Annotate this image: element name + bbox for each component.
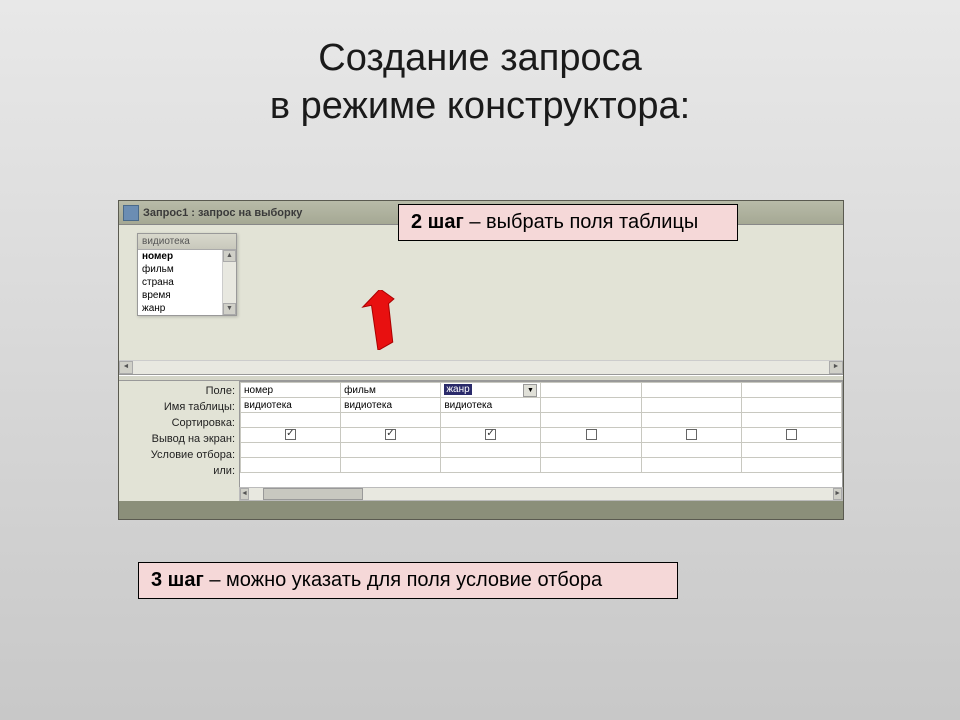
row-label-or: или: [119,463,239,479]
grid-cell[interactable] [641,458,741,473]
tables-pane-hscroll[interactable]: ◄ ► [119,360,843,374]
show-checkbox[interactable] [586,429,597,440]
grid-row-sort [241,413,842,428]
scroll-right-icon[interactable]: ► [833,488,842,500]
grid-cell[interactable] [741,413,841,428]
grid-cell[interactable] [541,383,641,398]
grid-cell[interactable] [641,428,741,443]
dropdown-icon[interactable]: ▼ [523,384,537,397]
grid-cell-active[interactable]: жанр▼ [441,383,541,398]
grid-cell[interactable] [741,398,841,413]
grid-cell[interactable] [541,458,641,473]
grid-row-field: номер фильм жанр▼ [241,383,842,398]
field-list-scrollbar[interactable]: ▲ ▼ [222,250,236,315]
grid-cell[interactable]: фильм [341,383,441,398]
window-title: Запрос1 : запрос на выборку [143,207,302,219]
grid-cell[interactable] [241,443,341,458]
grid-cell[interactable] [341,413,441,428]
grid-cell[interactable] [441,428,541,443]
row-label-criteria: Условие отбора: [119,447,239,463]
grid-cell[interactable] [341,428,441,443]
grid-row-criteria [241,443,842,458]
callout-step3-text: – можно указать для поля условие отбора [204,569,602,591]
slide-title-line2: в режиме конструктора: [270,85,690,127]
grid-row-labels: Поле: Имя таблицы: Сортировка: Вывод на … [119,381,239,501]
scroll-right-icon[interactable]: ► [829,361,843,374]
grid-cell[interactable] [341,443,441,458]
grid-cell[interactable] [541,413,641,428]
callout-step3: 3 шаг – можно указать для поля условие о… [138,562,678,599]
grid-cell[interactable] [241,428,341,443]
callout-step3-bold: 3 шаг [151,569,204,591]
grid-cell[interactable]: видиотека [241,398,341,413]
scroll-up-icon[interactable]: ▲ [223,250,236,262]
row-label-show: Вывод на экран: [119,431,239,447]
row-label-field: Поле: [119,383,239,399]
grid-cell[interactable] [441,413,541,428]
show-checkbox[interactable] [485,429,496,440]
field-item[interactable]: жанр [138,302,222,315]
source-table-fields[interactable]: номер фильм страна время жанр [138,250,222,315]
row-label-table: Имя таблицы: [119,399,239,415]
grid-cell[interactable]: видиотека [341,398,441,413]
source-table-box[interactable]: видиотека номер фильм страна время жанр … [137,233,237,316]
grid-cell[interactable] [541,398,641,413]
grid-hscroll[interactable]: ◄ ► [239,487,843,501]
scroll-down-icon[interactable]: ▼ [223,303,236,315]
grid-cell[interactable] [441,458,541,473]
grid-cell[interactable] [541,443,641,458]
grid-cell[interactable] [241,458,341,473]
slide-title-line1: Создание запроса [318,37,641,79]
source-table-name: видиотека [138,234,236,250]
show-checkbox[interactable] [786,429,797,440]
show-checkbox[interactable] [285,429,296,440]
grid-cell[interactable] [641,398,741,413]
query-window-icon [123,205,139,221]
grid-cell[interactable] [741,383,841,398]
field-item[interactable]: фильм [138,263,222,276]
grid-row-show [241,428,842,443]
grid-cell[interactable] [241,413,341,428]
show-checkbox[interactable] [686,429,697,440]
query-designer-window: Запрос1 : запрос на выборку видиотека но… [118,200,844,520]
qbe-grid[interactable]: номер фильм жанр▼ видиотека видиотека ви… [239,381,843,501]
grid-cell[interactable]: номер [241,383,341,398]
grid-cell[interactable]: видиотека [441,398,541,413]
slide-title: Создание запроса в режиме конструктора: [120,35,840,130]
grid-cell[interactable] [741,443,841,458]
field-item[interactable]: страна [138,276,222,289]
red-arrow-icon [360,290,400,350]
scroll-thumb[interactable] [263,488,363,500]
grid-cell[interactable] [641,383,741,398]
grid-cell[interactable] [641,443,741,458]
row-label-sort: Сортировка: [119,415,239,431]
scroll-left-icon[interactable]: ◄ [119,361,133,374]
field-item[interactable]: время [138,289,222,302]
grid-row-table: видиотека видиотека видиотека [241,398,842,413]
grid-cell[interactable] [741,428,841,443]
grid-cell[interactable] [741,458,841,473]
show-checkbox[interactable] [385,429,396,440]
tables-pane: видиотека номер фильм страна время жанр … [119,225,843,375]
qbe-grid-pane: Поле: Имя таблицы: Сортировка: Вывод на … [119,381,843,501]
callout-step2-bold: 2 шаг [411,211,464,233]
grid-cell[interactable] [441,443,541,458]
grid-cell[interactable] [641,413,741,428]
grid-cell[interactable] [541,428,641,443]
callout-step2-text: – выбрать поля таблицы [464,211,699,233]
callout-step2: 2 шаг – выбрать поля таблицы [398,204,738,241]
field-item[interactable]: номер [138,250,222,263]
grid-row-or [241,458,842,473]
grid-cell[interactable] [341,458,441,473]
scroll-left-icon[interactable]: ◄ [240,488,249,500]
